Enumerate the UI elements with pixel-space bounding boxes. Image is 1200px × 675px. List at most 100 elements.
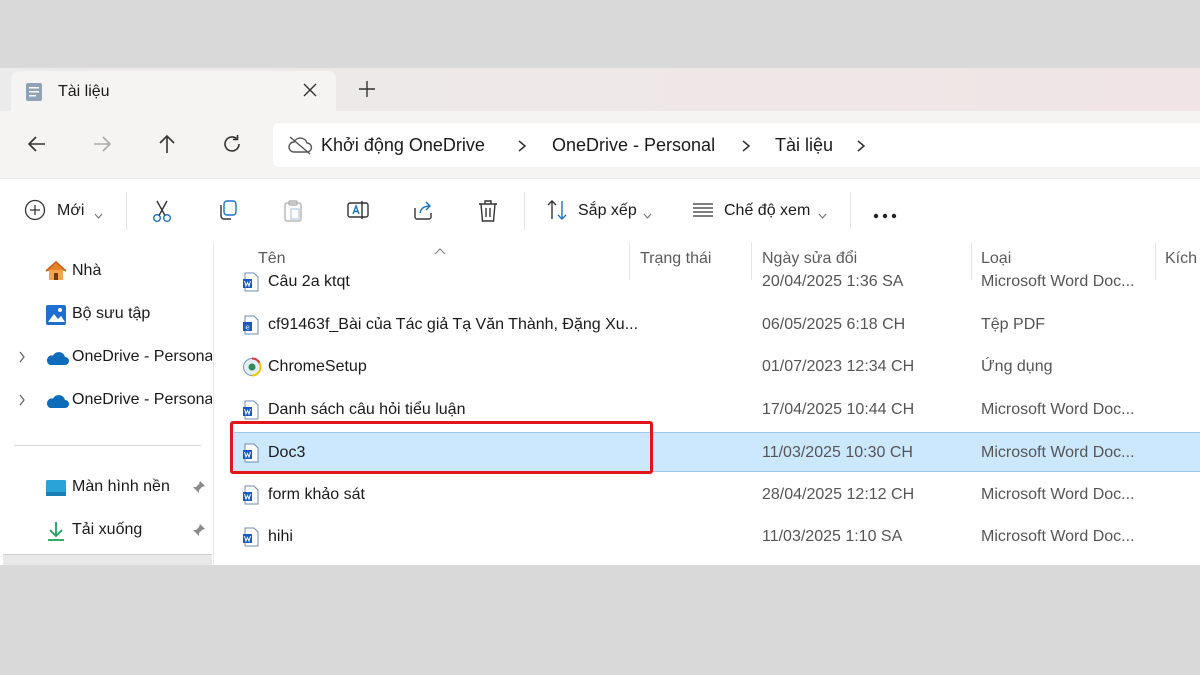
table-row[interactable]: ChromeSetup 01/07/2023 12:34 CH Ứng dụng [234,347,1200,387]
chevron-right-icon[interactable] [855,139,867,153]
pin-icon[interactable] [192,480,206,499]
file-name: hihi [268,528,293,545]
new-button[interactable]: Mới [57,202,84,220]
column-divider[interactable] [971,242,972,280]
tab-title: Tài liệu [58,83,110,100]
sidebar-divider [14,445,201,446]
refresh-icon[interactable] [221,133,243,155]
file-explorer-window: Tài liệu Khởi động OneDrive OneDrive - P… [0,68,1200,565]
desktop-icon [45,479,67,502]
onedrive-icon [45,393,69,414]
file-name: cf91463f_Bài của Tác giả Tạ Văn Thành, Đ… [268,316,639,333]
annotation-highlight [230,421,653,474]
sidebar-item-label: Nhà [72,262,102,279]
document-folder-icon [25,82,43,107]
paste-icon[interactable] [282,199,304,228]
copy-icon[interactable] [217,199,239,226]
cut-icon[interactable] [151,199,173,228]
column-header-row: Tên Trạng thái Ngày sửa đổi Loại Kích c [214,242,1200,280]
back-icon[interactable] [26,133,48,155]
gallery-icon [45,304,67,331]
column-divider[interactable] [751,242,752,280]
chevron-right-icon[interactable] [18,350,26,368]
column-header-name[interactable]: Tên [258,250,286,268]
sidebar-item-label: Tải xuống [72,521,143,538]
rename-icon[interactable] [346,199,370,226]
pin-icon[interactable] [192,523,206,542]
home-icon [45,260,67,286]
sidebar-item-label: Bộ sưu tập [72,305,151,322]
column-header-type[interactable]: Loại [981,250,1011,268]
file-type: Microsoft Word Doc... [981,486,1135,503]
column-divider[interactable] [629,242,630,280]
sidebar-item-desktop[interactable]: Màn hình nền [0,472,213,502]
column-header-status[interactable]: Trạng thái [640,250,711,268]
table-row[interactable]: hihi 11/03/2025 1:10 SA Microsoft Word Doc… [234,517,1200,557]
sidebar-item-label: Màn hình nền [72,478,170,495]
file-modified: 11/03/2025 10:30 CH [762,444,913,461]
file-list: Câu 2a ktqt 20/04/2025 1:36 SA Microsoft… [214,242,1200,565]
onedrive-icon [45,350,69,371]
breadcrumb-onedrive-start[interactable]: Khởi động OneDrive [321,135,485,156]
toolbar-divider [126,192,127,230]
word-doc-icon [242,485,260,510]
table-row[interactable]: e cf91463f_Bài của Tác giả Tạ Văn Thành, … [234,305,1200,345]
column-header-size[interactable]: Kích c [1165,250,1200,268]
sort-button[interactable]: Sắp xếp [578,202,637,220]
installer-icon [242,357,262,382]
new-tab-icon[interactable] [356,78,378,100]
file-modified: 20/04/2025 1:36 SA [762,273,904,290]
chevron-right-icon[interactable] [18,393,26,411]
navigation-pane: Nhà Bộ sưu tập OneDrive - Persona OneDri… [0,242,214,565]
cloud-off-icon [287,135,313,160]
file-modified: 17/04/2025 10:44 CH [762,401,915,418]
add-icon[interactable] [24,199,46,226]
chevron-right-icon[interactable] [740,139,752,153]
sidebar-item-onedrive-1[interactable]: OneDrive - Persona [0,342,213,372]
breadcrumb-onedrive-personal[interactable]: OneDrive - Personal [552,135,715,156]
command-bar: Mới Sắp xếp Chế độ xem [0,178,1200,243]
chevron-down-icon[interactable] [818,206,827,219]
column-divider[interactable] [1155,242,1156,280]
file-type: Ứng dụng [981,358,1053,375]
more-options-icon[interactable] [873,206,897,224]
up-icon[interactable] [156,133,178,155]
file-name: Danh sách câu hỏi tiểu luận [268,401,466,418]
file-modified: 28/04/2025 12:12 CH [762,486,915,503]
word-doc-icon [242,272,260,297]
tab-documents[interactable]: Tài liệu [11,71,336,111]
breadcrumb-documents[interactable]: Tài liệu [775,135,833,156]
sort-icon[interactable] [546,199,568,226]
chevron-right-icon[interactable] [516,139,528,153]
pdf-icon: e [242,315,260,340]
file-type: Microsoft Word Doc... [981,273,1135,290]
navigation-bar: Khởi động OneDrive OneDrive - Personal T… [0,111,1200,178]
sidebar-item-onedrive-2[interactable]: OneDrive - Persona [0,385,213,415]
column-header-modified[interactable]: Ngày sửa đổi [762,250,857,268]
file-name: Câu 2a ktqt [268,273,350,290]
file-modified: 01/07/2023 12:34 CH [762,358,915,375]
file-name: form khảo sát [268,486,365,503]
delete-icon[interactable] [477,199,499,228]
forward-icon[interactable] [91,133,113,155]
file-type: Microsoft Word Doc... [981,444,1135,461]
chevron-down-icon[interactable] [643,206,652,219]
chevron-down-icon[interactable] [94,206,103,219]
close-tab-icon[interactable] [299,79,321,101]
sidebar-item-home[interactable]: Nhà [0,256,213,286]
word-doc-icon [242,527,260,552]
file-type: Microsoft Word Doc... [981,528,1135,545]
address-bar[interactable]: Khởi động OneDrive OneDrive - Personal T… [273,123,1200,167]
table-row[interactable]: form khảo sát 28/04/2025 12:12 CH Microsof… [234,475,1200,515]
view-button[interactable]: Chế độ xem [724,202,810,220]
share-icon[interactable] [412,199,434,226]
svg-text:e: e [245,324,249,332]
sidebar-scrollbar[interactable] [3,554,212,565]
view-list-icon[interactable] [691,199,715,226]
sidebar-item-gallery[interactable]: Bộ sưu tập [0,299,213,329]
sidebar-item-downloads[interactable]: Tải xuống [0,515,213,545]
toolbar-divider [524,192,525,230]
file-type: Microsoft Word Doc... [981,401,1135,418]
file-modified: 06/05/2025 6:18 CH [762,316,906,333]
file-name: ChromeSetup [268,358,367,375]
